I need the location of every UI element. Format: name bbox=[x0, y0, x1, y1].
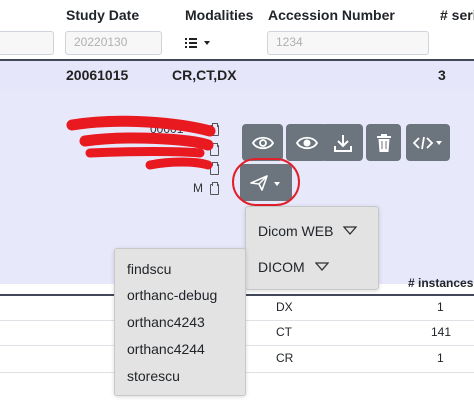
modality-item[interactable]: findscu bbox=[127, 261, 171, 277]
modality-item[interactable]: orthanc4243 bbox=[127, 314, 205, 330]
eye-icon bbox=[295, 136, 318, 149]
highlight-ring bbox=[232, 158, 300, 206]
column-header-study-date[interactable]: Study Date bbox=[66, 7, 139, 23]
column-header-accession-number[interactable]: Accession Number bbox=[268, 7, 395, 23]
series-instances-cell: 1 bbox=[437, 300, 444, 314]
send-menu-item-dicom[interactable]: DICOM bbox=[258, 259, 329, 275]
send-menu-item-dicom-web[interactable]: Dicom WEB bbox=[258, 223, 358, 239]
study-row[interactable]: 20061015 CR,CT,DX 3 bbox=[0, 61, 474, 89]
series-modality-cell: DX bbox=[276, 300, 293, 314]
trash-icon bbox=[376, 133, 391, 152]
series-modality-cell: CT bbox=[276, 325, 292, 339]
accession-number-filter-input[interactable]: 1234 bbox=[267, 31, 429, 55]
dicom-label: DICOM bbox=[258, 259, 305, 275]
eye-outline-icon bbox=[251, 136, 274, 149]
dicom-web-label: Dicom WEB bbox=[258, 223, 334, 239]
preview-button[interactable] bbox=[242, 124, 283, 161]
series-instances-cell: 1 bbox=[437, 351, 444, 365]
list-icon bbox=[185, 38, 210, 48]
send-menu: Dicom WEB DICOM bbox=[245, 206, 379, 290]
column-header-series[interactable]: # seri bbox=[440, 7, 474, 23]
series-count-cell: 3 bbox=[438, 67, 446, 83]
code-icon bbox=[413, 136, 442, 149]
api-dropdown-button[interactable] bbox=[406, 124, 450, 161]
modality-item[interactable]: orthanc4244 bbox=[127, 341, 205, 357]
dicom-modalities-menu: findscu orthanc-debug orthanc4243 orthan… bbox=[114, 248, 246, 396]
download-button[interactable] bbox=[322, 124, 363, 161]
study-date-cell: 20061015 bbox=[66, 67, 129, 83]
filter-input-left[interactable] bbox=[0, 31, 54, 55]
study-date-filter-input[interactable]: 20220130 bbox=[65, 31, 162, 55]
modalities-filter-dropdown[interactable] bbox=[185, 36, 213, 50]
delete-button[interactable] bbox=[366, 124, 401, 161]
column-header-modalities[interactable]: Modalities bbox=[185, 7, 253, 23]
instances-column-header[interactable]: # instances bbox=[408, 276, 473, 290]
modalities-cell: CR,CT,DX bbox=[172, 67, 237, 83]
redaction-scribble bbox=[66, 115, 216, 170]
view-button[interactable] bbox=[286, 124, 327, 161]
download-icon bbox=[333, 134, 352, 152]
caret-down-icon bbox=[342, 226, 358, 235]
series-modality-cell: CR bbox=[276, 351, 294, 365]
filter-row: 20220130 1234 bbox=[0, 27, 474, 61]
modality-item[interactable]: storescu bbox=[127, 368, 180, 384]
caret-down-icon bbox=[314, 262, 329, 271]
copy-icon[interactable] bbox=[210, 182, 219, 195]
series-instances-cell: 141 bbox=[431, 325, 452, 339]
modality-item[interactable]: orthanc-debug bbox=[127, 287, 217, 303]
